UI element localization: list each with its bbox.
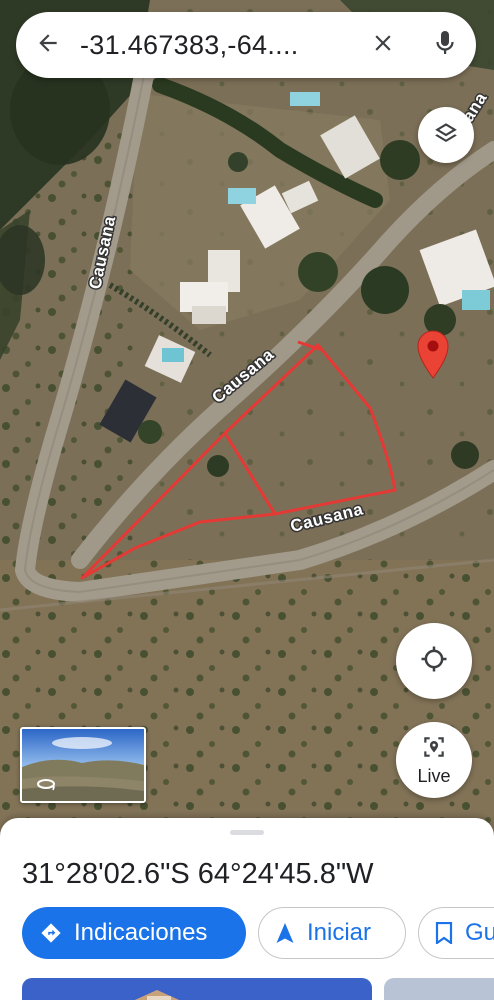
search-bar[interactable]: -31.467383,-64.... <box>16 12 476 78</box>
navigation-arrow-icon <box>275 922 295 944</box>
directions-icon <box>40 922 62 944</box>
bookmark-icon <box>435 922 453 944</box>
place-bottom-sheet[interactable]: 31°28'02.6"S 64°24'45.8"W Indicaciones I… <box>0 818 494 1000</box>
directions-button[interactable]: Indicaciones <box>22 907 246 959</box>
save-button[interactable]: Gu <box>418 907 494 959</box>
place-photo-1[interactable] <box>22 978 372 1000</box>
start-label: Iniciar <box>307 919 372 946</box>
my-location-button[interactable] <box>396 623 472 699</box>
layers-button[interactable] <box>418 107 474 163</box>
live-view-button[interactable]: Live <box>396 722 472 798</box>
clear-search-button[interactable] <box>352 12 414 78</box>
search-input[interactable]: -31.467383,-64.... <box>80 30 352 61</box>
voice-search-button[interactable] <box>414 12 476 78</box>
maps-screen: Causana Causana Causana Causana -31.4673… <box>0 0 494 1000</box>
layers-icon <box>433 120 459 151</box>
close-icon <box>370 30 396 61</box>
my-location-icon <box>419 644 449 679</box>
save-label: Gu <box>465 919 494 946</box>
live-view-label: Live <box>417 765 451 786</box>
photo-strip <box>22 978 494 1000</box>
street-view-thumbnail[interactable] <box>20 727 146 803</box>
mic-icon <box>433 29 457 62</box>
directions-label: Indicaciones <box>74 919 208 946</box>
street-view-360-icon <box>36 777 56 796</box>
back-button[interactable] <box>16 12 80 78</box>
arrow-back-icon <box>35 30 61 61</box>
place-photo-2[interactable] <box>384 978 494 1000</box>
action-chips: Indicaciones Iniciar Gu <box>22 907 494 959</box>
live-view-icon <box>421 734 447 765</box>
sheet-drag-handle[interactable] <box>230 830 264 835</box>
start-navigation-button[interactable]: Iniciar <box>258 907 406 959</box>
dropped-pin-coordinates: 31°28'02.6"S 64°24'45.8"W <box>22 858 374 890</box>
